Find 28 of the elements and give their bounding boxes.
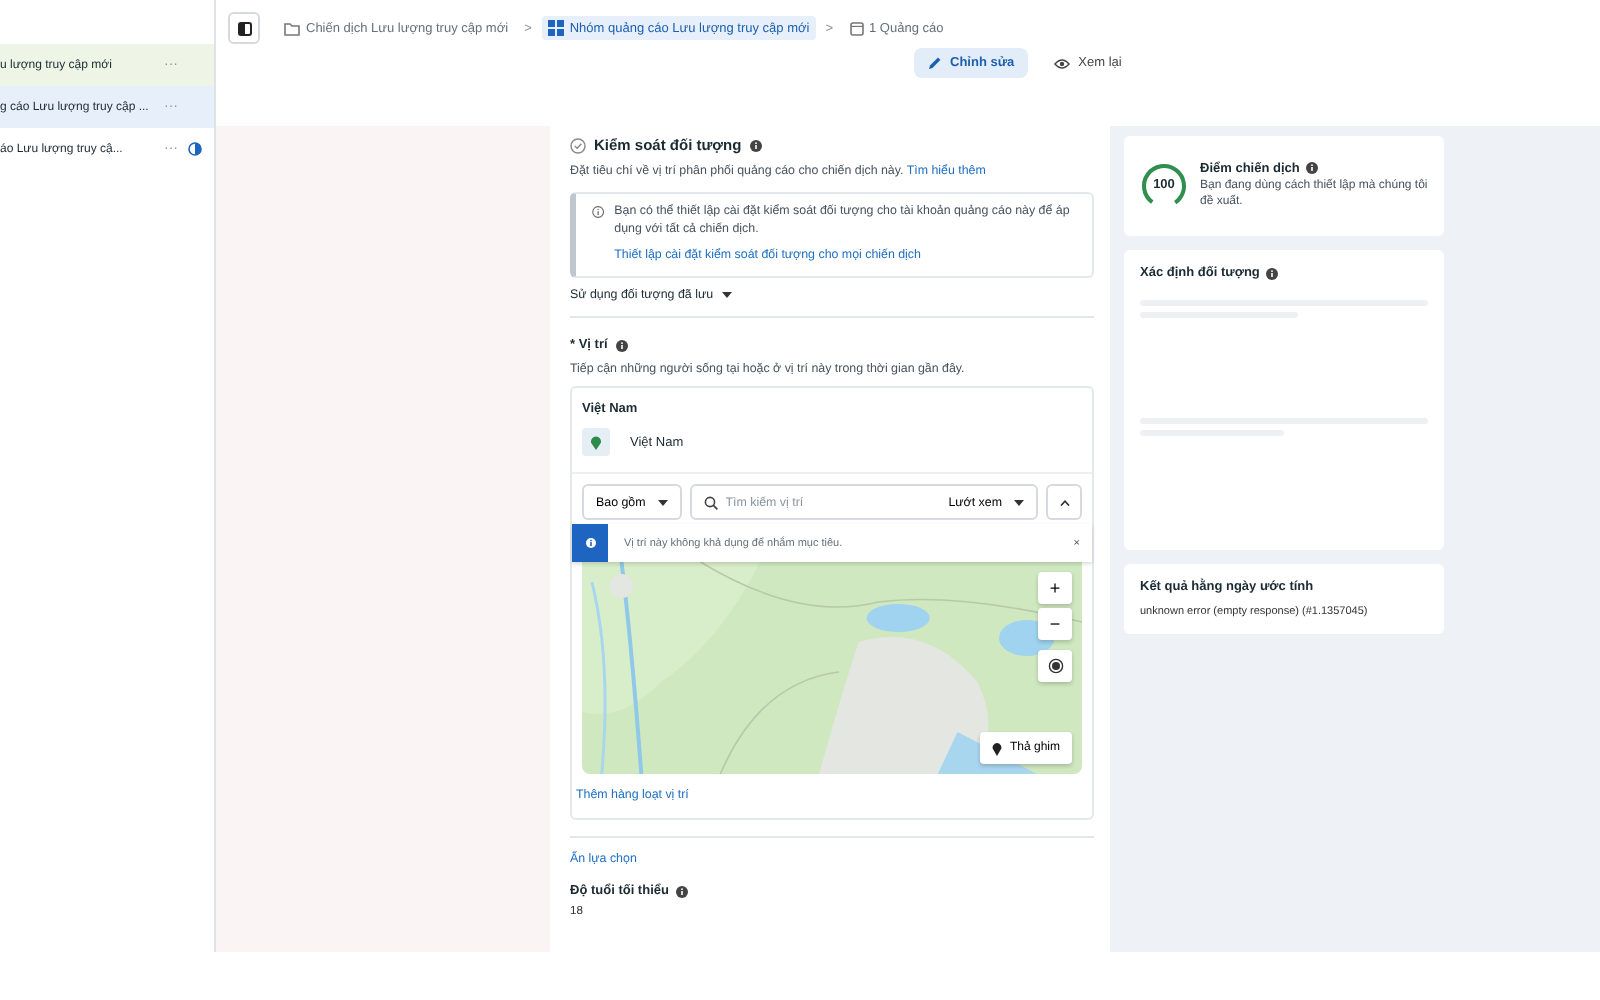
eye-icon <box>1054 57 1071 69</box>
info-icon <box>1265 267 1278 279</box>
info-icon <box>749 139 762 151</box>
square-icon <box>849 21 863 35</box>
score-gauge <box>1140 162 1188 210</box>
info-outline-icon <box>592 204 605 221</box>
caret-icon <box>1014 499 1024 506</box>
check-circle-icon <box>570 137 586 153</box>
chevron-up-icon <box>1059 499 1069 506</box>
info-icon <box>585 538 595 549</box>
info-icon <box>676 885 689 898</box>
pencil-icon <box>928 56 942 70</box>
info-icon <box>615 339 628 352</box>
pin-icon <box>991 741 1002 756</box>
half-circle-icon <box>188 142 202 156</box>
folder-icon <box>284 21 300 35</box>
panel-toggle-button[interactable] <box>228 12 260 44</box>
zoom-out-button[interactable]: − <box>1038 608 1072 641</box>
locate-button[interactable] <box>1038 650 1072 683</box>
caret-icon <box>721 292 732 299</box>
target-icon <box>1047 658 1063 675</box>
grid-icon <box>547 20 564 36</box>
search-icon <box>703 495 718 510</box>
panel-icon <box>237 21 251 35</box>
zoom-in-button[interactable]: + <box>1038 572 1072 605</box>
location-pin-icon <box>582 428 610 457</box>
info-icon <box>1305 162 1318 175</box>
caret-icon <box>657 499 668 506</box>
